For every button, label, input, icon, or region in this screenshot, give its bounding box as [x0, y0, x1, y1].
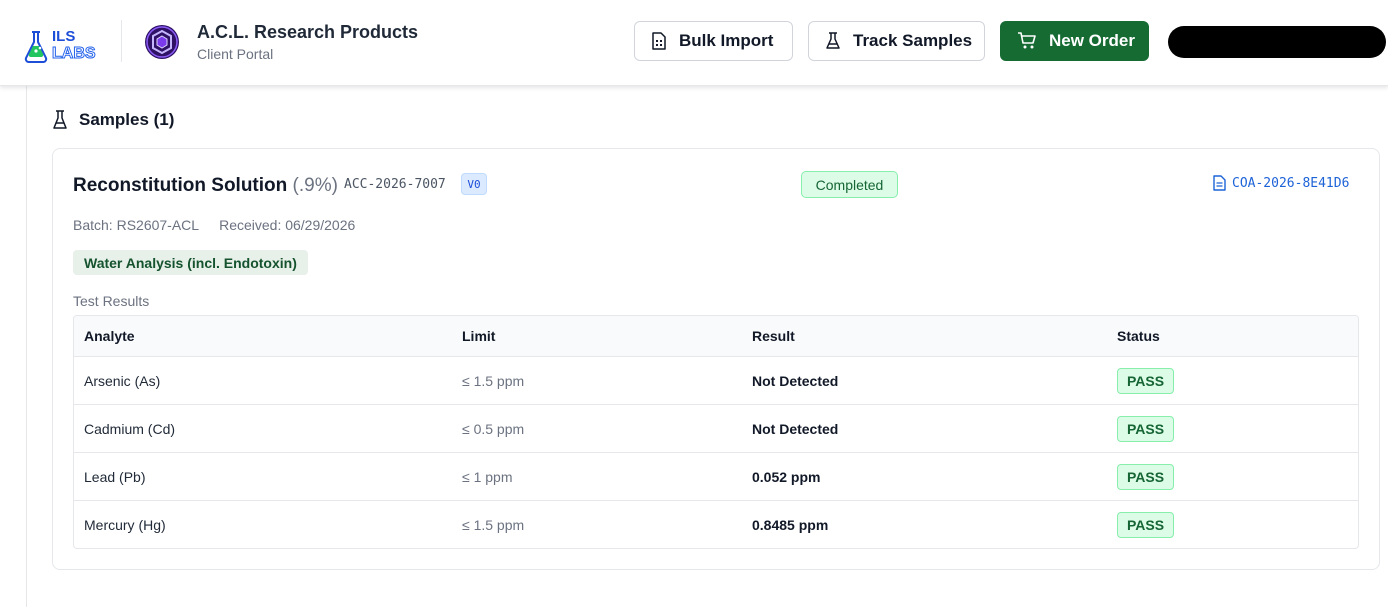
analyte-cell: Lead (Pb) — [84, 468, 146, 485]
bulk-import-label: Bulk Import — [679, 31, 774, 50]
accession-number: ACC-2026-7007 — [344, 177, 446, 192]
test-results-label: Test Results — [73, 293, 150, 309]
client-subtitle: Client Portal — [197, 46, 274, 62]
status-badge: Completed — [801, 171, 898, 198]
client-logo — [145, 25, 179, 59]
document-icon — [1213, 175, 1226, 191]
test-tag: Water Analysis (incl. Endotoxin) — [73, 250, 308, 275]
table-row: Cadmium (Cd) ≤ 0.5 ppm Not Detected PASS — [74, 405, 1358, 453]
status-cell: PASS — [1117, 357, 1174, 404]
pass-badge: PASS — [1117, 367, 1174, 394]
flask-icon — [826, 32, 840, 49]
sidebar-edge — [26, 86, 27, 607]
column-header-status: Status — [1117, 328, 1160, 344]
analyte-cell: Arsenic (As) — [84, 372, 161, 389]
table-header: Analyte Limit Result Status — [74, 316, 1358, 357]
result-cell: 0.8485 ppm — [752, 517, 829, 533]
top-bar: ILS LABS A.C.L. Research Products Client… — [0, 0, 1388, 86]
status-cell: PASS — [1117, 501, 1174, 548]
limit-cell: ≤ 1.5 ppm — [462, 372, 525, 389]
analyte-cell: Mercury (Hg) — [84, 517, 166, 533]
result-cell: 0.052 ppm — [752, 468, 821, 485]
limit-cell: ≤ 1.5 ppm — [462, 517, 525, 533]
cart-icon — [1018, 32, 1036, 49]
sample-name: Reconstitution Solution — [73, 175, 288, 196]
version-badge: V0 — [461, 173, 487, 195]
received-text: Received: 06/29/2026 — [219, 217, 356, 233]
logo-text-bottom: LABS — [52, 45, 96, 62]
samples-title: Samples (1) — [79, 110, 175, 129]
coa-link[interactable]: COA-2026-8E41D6 — [1213, 175, 1349, 191]
redacted-user-area — [1168, 26, 1386, 58]
pass-badge: PASS — [1117, 463, 1174, 490]
column-header-limit: Limit — [462, 328, 496, 344]
limit-cell: ≤ 1 ppm — [462, 468, 513, 485]
sample-title: Reconstitution Solution (.9%) — [73, 175, 338, 197]
track-samples-button[interactable]: Track Samples — [808, 21, 985, 61]
limit-cell: ≤ 0.5 ppm — [462, 420, 525, 437]
column-header-analyte: Analyte — [84, 328, 135, 344]
pass-badge: PASS — [1117, 415, 1174, 442]
new-order-button[interactable]: New Order — [1000, 21, 1149, 61]
results-table: Analyte Limit Result Status Arsenic (As)… — [73, 315, 1359, 549]
status-cell: PASS — [1117, 453, 1174, 500]
table-row: Arsenic (As) ≤ 1.5 ppm Not Detected PASS — [74, 357, 1358, 405]
sample-concentration: (.9%) — [292, 175, 338, 196]
bulk-import-button[interactable]: Bulk Import — [634, 21, 793, 61]
table-row: Lead (Pb) ≤ 1 ppm 0.052 ppm PASS — [74, 453, 1358, 501]
status-cell: PASS — [1117, 405, 1174, 452]
analyte-cell: Cadmium (Cd) — [84, 420, 176, 437]
header-divider — [121, 20, 122, 62]
flask-icon — [53, 110, 67, 129]
coa-id: COA-2026-8E41D6 — [1232, 175, 1350, 191]
new-order-label: New Order — [1049, 31, 1135, 50]
logo-text-top: ILS — [52, 28, 75, 45]
track-samples-label: Track Samples — [853, 31, 973, 50]
client-name: A.C.L. Research Products — [197, 22, 419, 42]
ils-labs-logo[interactable]: ILS LABS — [24, 24, 104, 64]
table-row: Mercury (Hg) ≤ 1.5 ppm 0.8485 ppm PASS — [74, 501, 1358, 548]
result-cell: Not Detected — [752, 420, 839, 437]
spreadsheet-icon — [652, 32, 666, 50]
sample-card: Reconstitution Solution (.9%) ACC-2026-7… — [52, 148, 1380, 570]
result-cell: Not Detected — [752, 372, 839, 389]
batch-text: Batch: RS2607-ACL — [73, 217, 200, 233]
sample-meta: Batch: RS2607-ACL Received: 06/29/2026 — [73, 217, 355, 233]
samples-header: Samples (1) — [52, 110, 174, 130]
column-header-result: Result — [752, 328, 795, 344]
pass-badge: PASS — [1117, 512, 1174, 538]
